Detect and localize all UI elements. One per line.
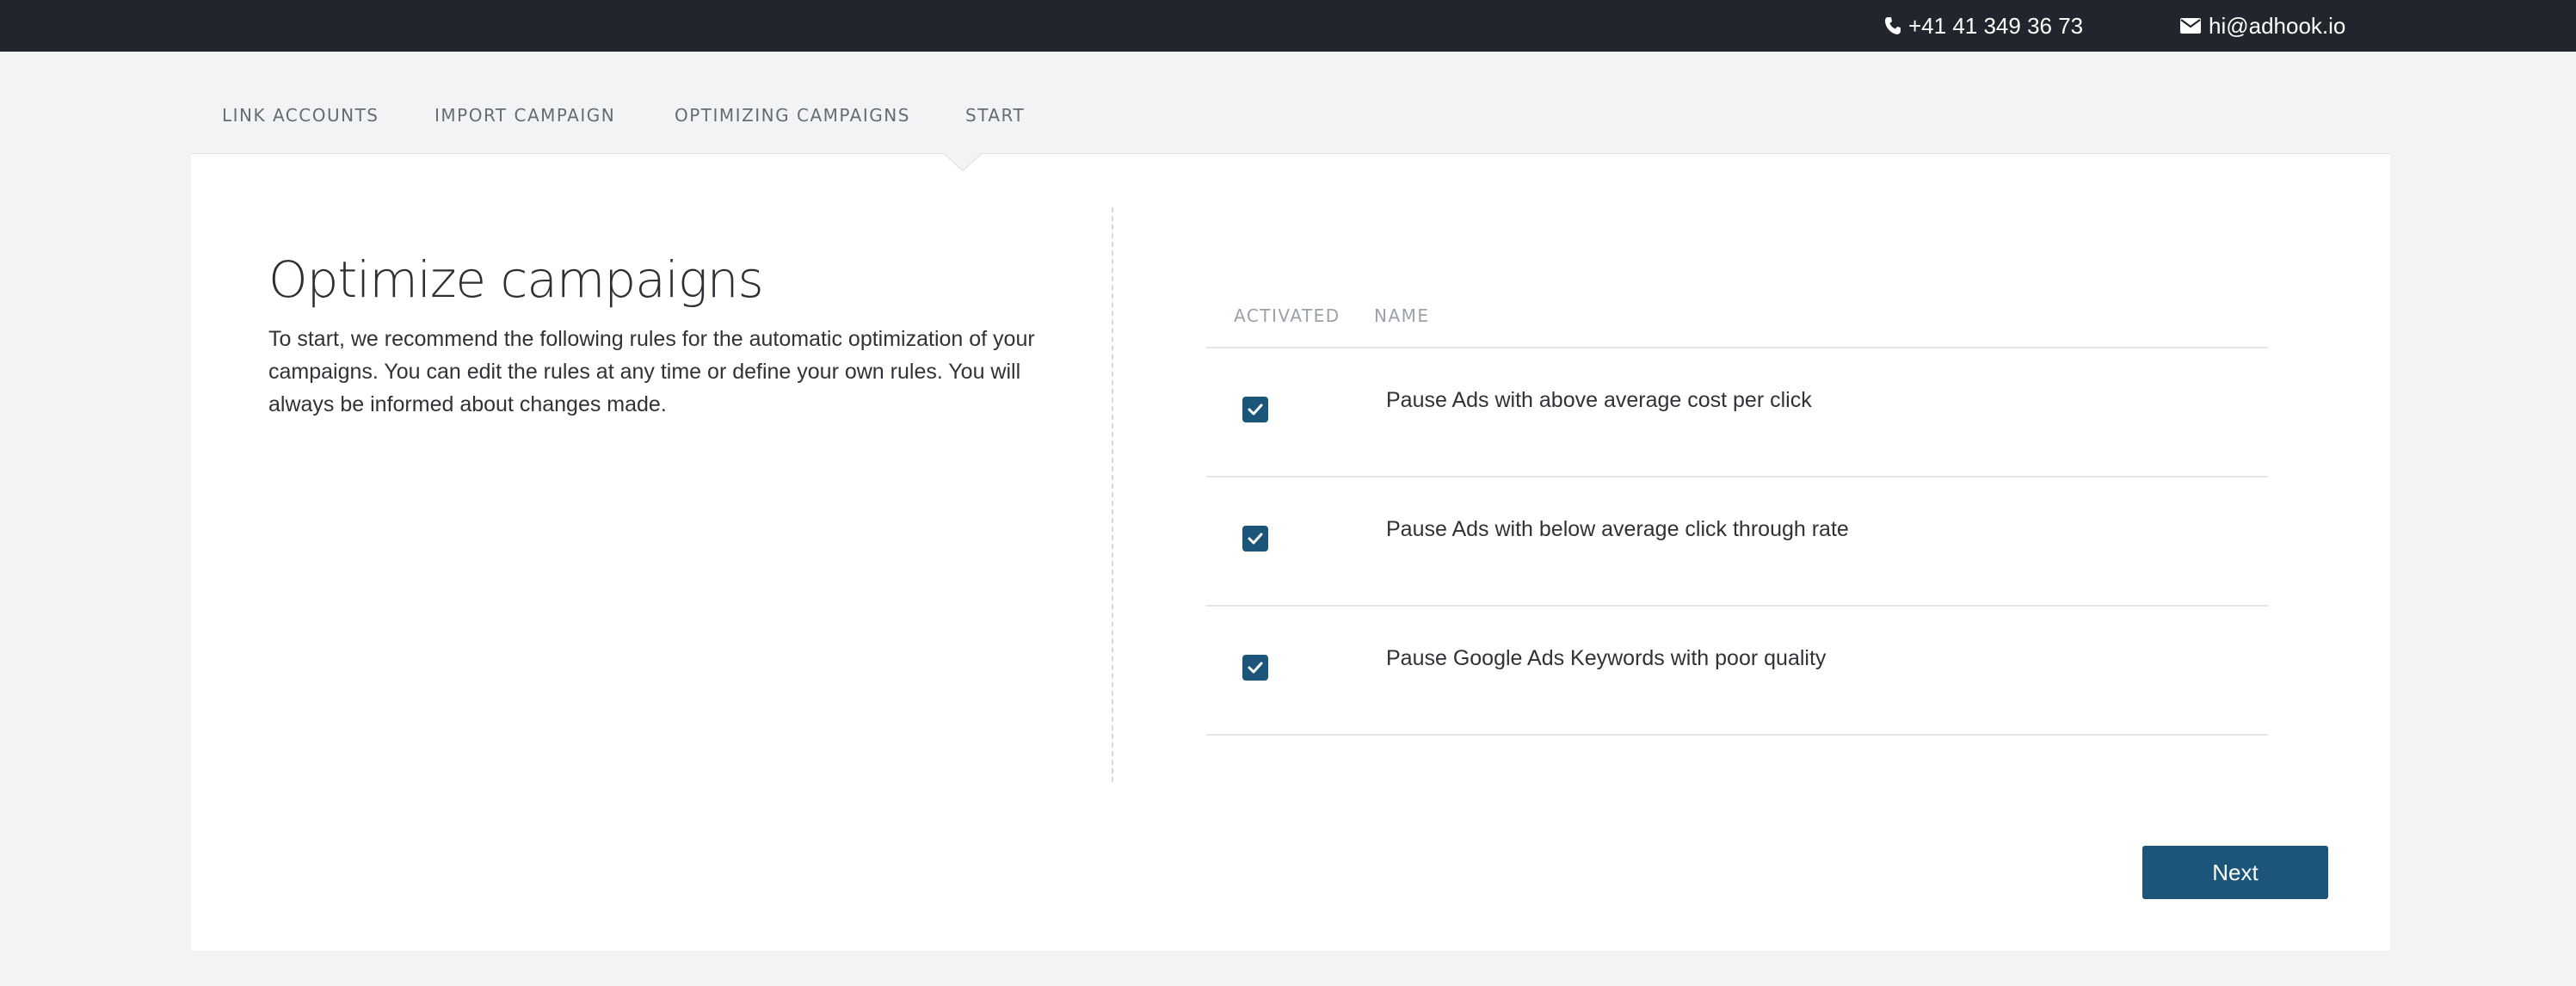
rules-table: ACTIVATED NAME Pause Ads with above aver…: [1206, 297, 2268, 736]
rules-table-header: ACTIVATED NAME: [1206, 297, 2268, 348]
step-start[interactable]: START: [965, 105, 1025, 126]
rule-activated-checkbox[interactable]: [1242, 397, 1268, 422]
step-optimizing-campaigns[interactable]: OPTIMIZING CAMPAIGNS: [675, 105, 910, 126]
phone-number: +41 41 349 36 73: [1908, 12, 2084, 39]
column-divider: [1112, 207, 1113, 782]
next-button[interactable]: Next: [2142, 846, 2328, 899]
phone-contact[interactable]: +41 41 349 36 73: [1884, 0, 2083, 52]
wizard-card: Optimize campaigns To start, we recommen…: [191, 152, 2390, 951]
table-row: Pause Ads with above average cost per cl…: [1206, 348, 2268, 478]
page-title: Optimize campaigns: [268, 250, 764, 309]
table-row: Pause Ads with below average click throu…: [1206, 478, 2268, 607]
check-icon: [1248, 404, 1263, 416]
top-bar: +41 41 349 36 73 hi@adhook.io: [0, 0, 2576, 52]
rule-activated-checkbox[interactable]: [1242, 526, 1268, 552]
step-link-accounts[interactable]: LINK ACCOUNTS: [222, 105, 379, 126]
rule-activated-checkbox[interactable]: [1242, 655, 1268, 681]
column-header-name: NAME: [1374, 305, 1430, 326]
active-step-indicator-outline: [944, 153, 982, 171]
rule-name: Pause Google Ads Keywords with poor qual…: [1386, 646, 1827, 670]
column-header-activated: ACTIVATED: [1234, 305, 1340, 326]
check-icon: [1248, 662, 1263, 674]
email-contact[interactable]: hi@adhook.io: [2179, 0, 2345, 52]
table-row: Pause Google Ads Keywords with poor qual…: [1206, 607, 2268, 736]
email-address: hi@adhook.io: [2209, 12, 2346, 39]
step-import-campaign[interactable]: IMPORT CAMPAIGN: [434, 105, 615, 126]
envelope-icon: [2180, 18, 2201, 34]
wizard-steps: LINK ACCOUNTS IMPORT CAMPAIGN OPTIMIZING…: [191, 105, 2390, 153]
rule-name: Pause Ads with above average cost per cl…: [1386, 388, 1812, 412]
check-icon: [1248, 533, 1263, 545]
page-description: To start, we recommend the following rul…: [268, 327, 1035, 416]
rule-name: Pause Ads with below average click throu…: [1386, 517, 1849, 541]
phone-icon: [1885, 17, 1901, 34]
